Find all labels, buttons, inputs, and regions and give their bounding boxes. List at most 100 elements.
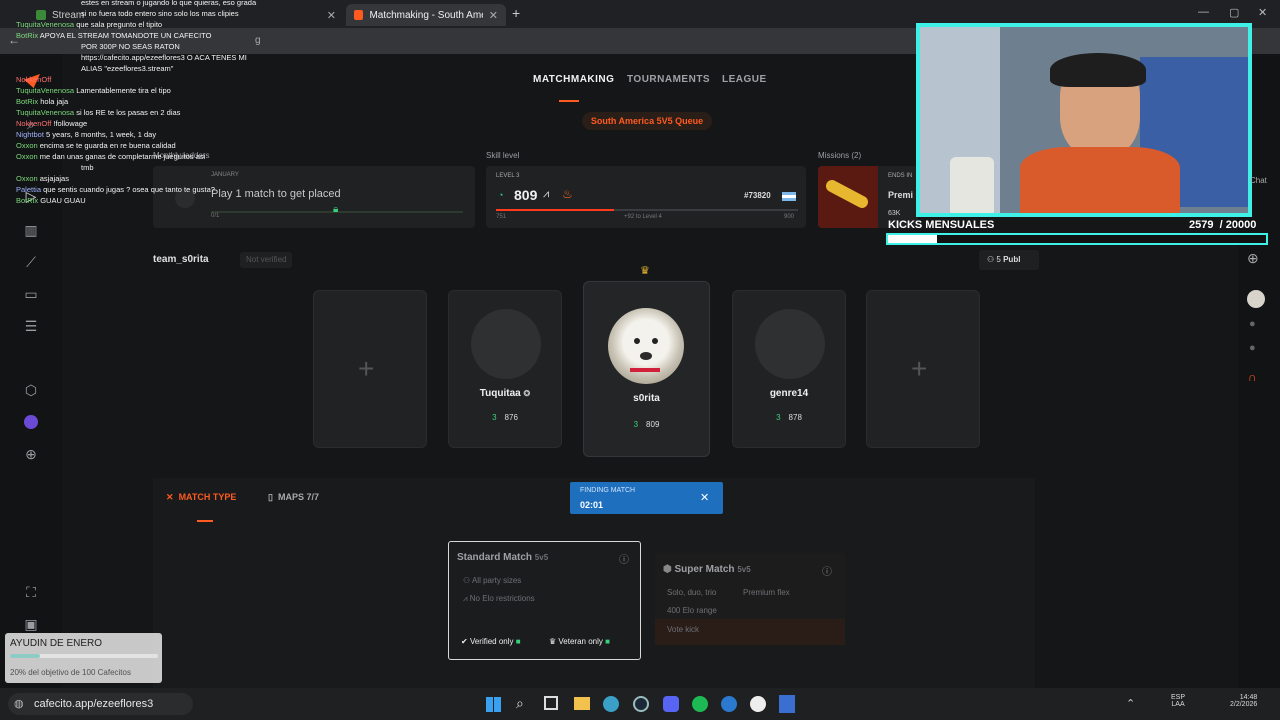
empty-slot[interactable]: + <box>866 290 980 448</box>
close-tab-icon[interactable]: ✕ <box>327 9 336 22</box>
edge-icon[interactable] <box>603 696 619 712</box>
team-name[interactable]: team_s0rita <box>153 254 209 265</box>
super-feature: Solo, duo, trio <box>667 588 717 597</box>
avatar <box>755 309 825 379</box>
kicks-progress <box>886 233 1268 245</box>
url-pill[interactable]: ◍ cafecito.app/ezeeflores3 <box>8 693 193 715</box>
tab-league[interactable]: LEAGUE <box>722 74 767 85</box>
add-icon[interactable]: ⊕ <box>21 444 41 464</box>
kicks-progress-fill <box>888 235 938 243</box>
tab-maps[interactable]: ▯ MAPS 7/7 <box>268 492 319 503</box>
faceit-favicon-icon <box>354 10 364 20</box>
tab-tournaments[interactable]: TOURNAMENTS <box>627 74 710 85</box>
chat-text: Lamentablemente tira el tipo <box>76 86 171 95</box>
chat-message: ALIAS "ezeeflores3.stream" <box>81 62 173 76</box>
chat-text: si los RE te los pasas en 2 dias <box>76 108 181 117</box>
add-player-icon[interactable]: + <box>358 353 374 385</box>
minimize-icon[interactable]: — <box>1198 6 1209 18</box>
player-name: genre14 <box>769 388 809 399</box>
obs-icon[interactable] <box>750 696 766 712</box>
info-icon[interactable]: ⓘ <box>619 551 629 566</box>
verified-only-toggle[interactable]: ✔ Verified only ■ <box>461 637 521 646</box>
veteran-only-toggle[interactable]: ♛ Veteran only ■ <box>549 637 610 646</box>
add-friend-icon[interactable]: ⊕ <box>1247 250 1259 267</box>
fullscreen-icon[interactable]: ⛶ <box>21 582 41 602</box>
goal-progress-fill <box>10 654 40 658</box>
chat-username: BotRix <box>16 196 41 205</box>
finding-match-banner[interactable]: FINDING MATCH 02:01 ✕ <box>570 482 723 514</box>
chat-text: si no fuera todo entero sino solo los ma… <box>81 9 239 18</box>
skill-card[interactable]: LEVEL 3 ◔ 809 ⩘ ♨ #73820 751 +92 to Leve… <box>486 166 806 228</box>
goal-progress <box>10 654 158 658</box>
tab-matchmaking-nav[interactable]: MATCHMAKING <box>533 74 614 85</box>
clock[interactable]: 14:48 2/2/2026 <box>1230 694 1257 708</box>
faceit-app-icon[interactable] <box>779 695 795 713</box>
skill-level-label: LEVEL 3 <box>496 173 520 179</box>
visibility-label: Publ <box>1003 255 1021 264</box>
chat-toggle[interactable]: Chat <box>1250 176 1267 185</box>
super-match-card[interactable]: ⬢ Super Match 5v5 ⓘ Solo, duo, trio Prem… <box>655 553 845 645</box>
feed-icon[interactable]: ☰ <box>21 316 41 336</box>
windows-start-icon[interactable] <box>486 697 501 712</box>
empty-slot[interactable]: + <box>313 290 427 448</box>
chat-text: 5 years, 8 months, 1 week, 1 day <box>46 130 157 139</box>
missions-section-label: Missions (2) <box>818 151 862 160</box>
party-visibility-button[interactable]: ⚇ 5 Publ <box>979 250 1039 270</box>
premium-icon: ⬢ <box>663 564 672 575</box>
chat-username: NokkenOff <box>16 119 54 128</box>
tab-label: Matchmaking - South America 5V5 <box>369 9 482 21</box>
discord-icon[interactable] <box>663 696 679 712</box>
ranking-icon[interactable]: ▥ <box>21 220 41 240</box>
club-icon[interactable]: ⬡ <box>21 380 41 400</box>
trend-icon: ⩘ <box>543 188 550 200</box>
close-tab-icon[interactable]: ✕ <box>489 9 498 22</box>
lock-icon: ■ <box>515 637 521 646</box>
avatar <box>608 308 684 384</box>
windows-taskbar: ◍ cafecito.app/ezeeflores3 ⌕ ⌃ ESP LAA 14… <box>0 688 1280 720</box>
language-indicator[interactable]: ESP LAA <box>1171 694 1185 708</box>
people-icon: ⚇ <box>987 255 995 264</box>
headset-icon[interactable]: ∩ <box>1248 370 1257 384</box>
chat-username: BotRix <box>16 97 41 106</box>
party-member-slot-self[interactable]: s0rita 3 809 <box>583 281 710 457</box>
tray-arrow-icon[interactable]: ⌃ <box>1126 697 1135 710</box>
steam-icon[interactable] <box>633 696 649 712</box>
chat-username: Nightbot <box>16 130 47 139</box>
tab-match-type[interactable]: ✕ MATCH TYPE <box>166 492 236 503</box>
stats-icon[interactable]: ⟋ <box>21 252 41 272</box>
maximize-icon[interactable]: ▢ <box>1229 6 1239 19</box>
chat-username: Palettia <box>16 185 44 194</box>
friend-avatar[interactable] <box>1247 290 1265 308</box>
queue-selector[interactable]: South America 5V5 Queue <box>582 112 712 130</box>
cancel-search-icon[interactable]: ✕ <box>700 491 709 504</box>
ladder-month: JANUARY <box>211 172 239 178</box>
missions-ends-label: ENDS IN <box>888 173 913 179</box>
friend-icon[interactable]: ● <box>1249 342 1256 354</box>
new-tab-icon[interactable]: + <box>512 5 520 21</box>
tab-matchmaking[interactable]: Matchmaking - South America 5V5 ✕ <box>346 4 506 26</box>
party-member-slot[interactable]: Tuquitaa ✪ 3 876 <box>448 290 562 448</box>
argentina-flag-icon <box>782 192 796 201</box>
premium-icon[interactable] <box>24 415 38 429</box>
friend-icon[interactable]: ● <box>1249 318 1256 330</box>
video-icon[interactable]: ▭ <box>21 284 41 304</box>
file-explorer-icon[interactable] <box>574 697 590 710</box>
mode-title: Super Match <box>674 564 735 575</box>
spotify-icon[interactable] <box>692 696 708 712</box>
search-taskbar-icon[interactable]: ⌕ <box>516 695 524 712</box>
standard-match-card[interactable]: Standard Match 5v5 ⓘ ⚇ All party sizes ⩘… <box>448 541 641 660</box>
info-icon[interactable]: ⓘ <box>822 563 832 578</box>
ladders-card[interactable]: JANUARY Play 1 match to get placed 0/1 🔒… <box>153 166 475 228</box>
rank-value: #73820 <box>744 191 771 200</box>
app-icon[interactable] <box>721 696 737 712</box>
close-window-icon[interactable]: ✕ <box>1258 6 1267 19</box>
party-member-slot[interactable]: genre14 3 878 <box>732 290 846 448</box>
add-player-icon[interactable]: + <box>911 353 927 385</box>
chat-text: encima se te guarda en re buena calidad <box>39 141 176 150</box>
chat-text: POR 300P NO SEAS RATON <box>81 42 180 51</box>
active-tab-indicator <box>559 100 579 102</box>
chat-text: https://cafecito.app/ezeeflores3 O ACA T… <box>81 53 247 62</box>
inventory-icon[interactable]: ▣ <box>21 614 41 634</box>
task-view-icon[interactable] <box>544 696 558 710</box>
chat-text: que sentis cuando jugas ? osea que tanto… <box>43 185 215 194</box>
